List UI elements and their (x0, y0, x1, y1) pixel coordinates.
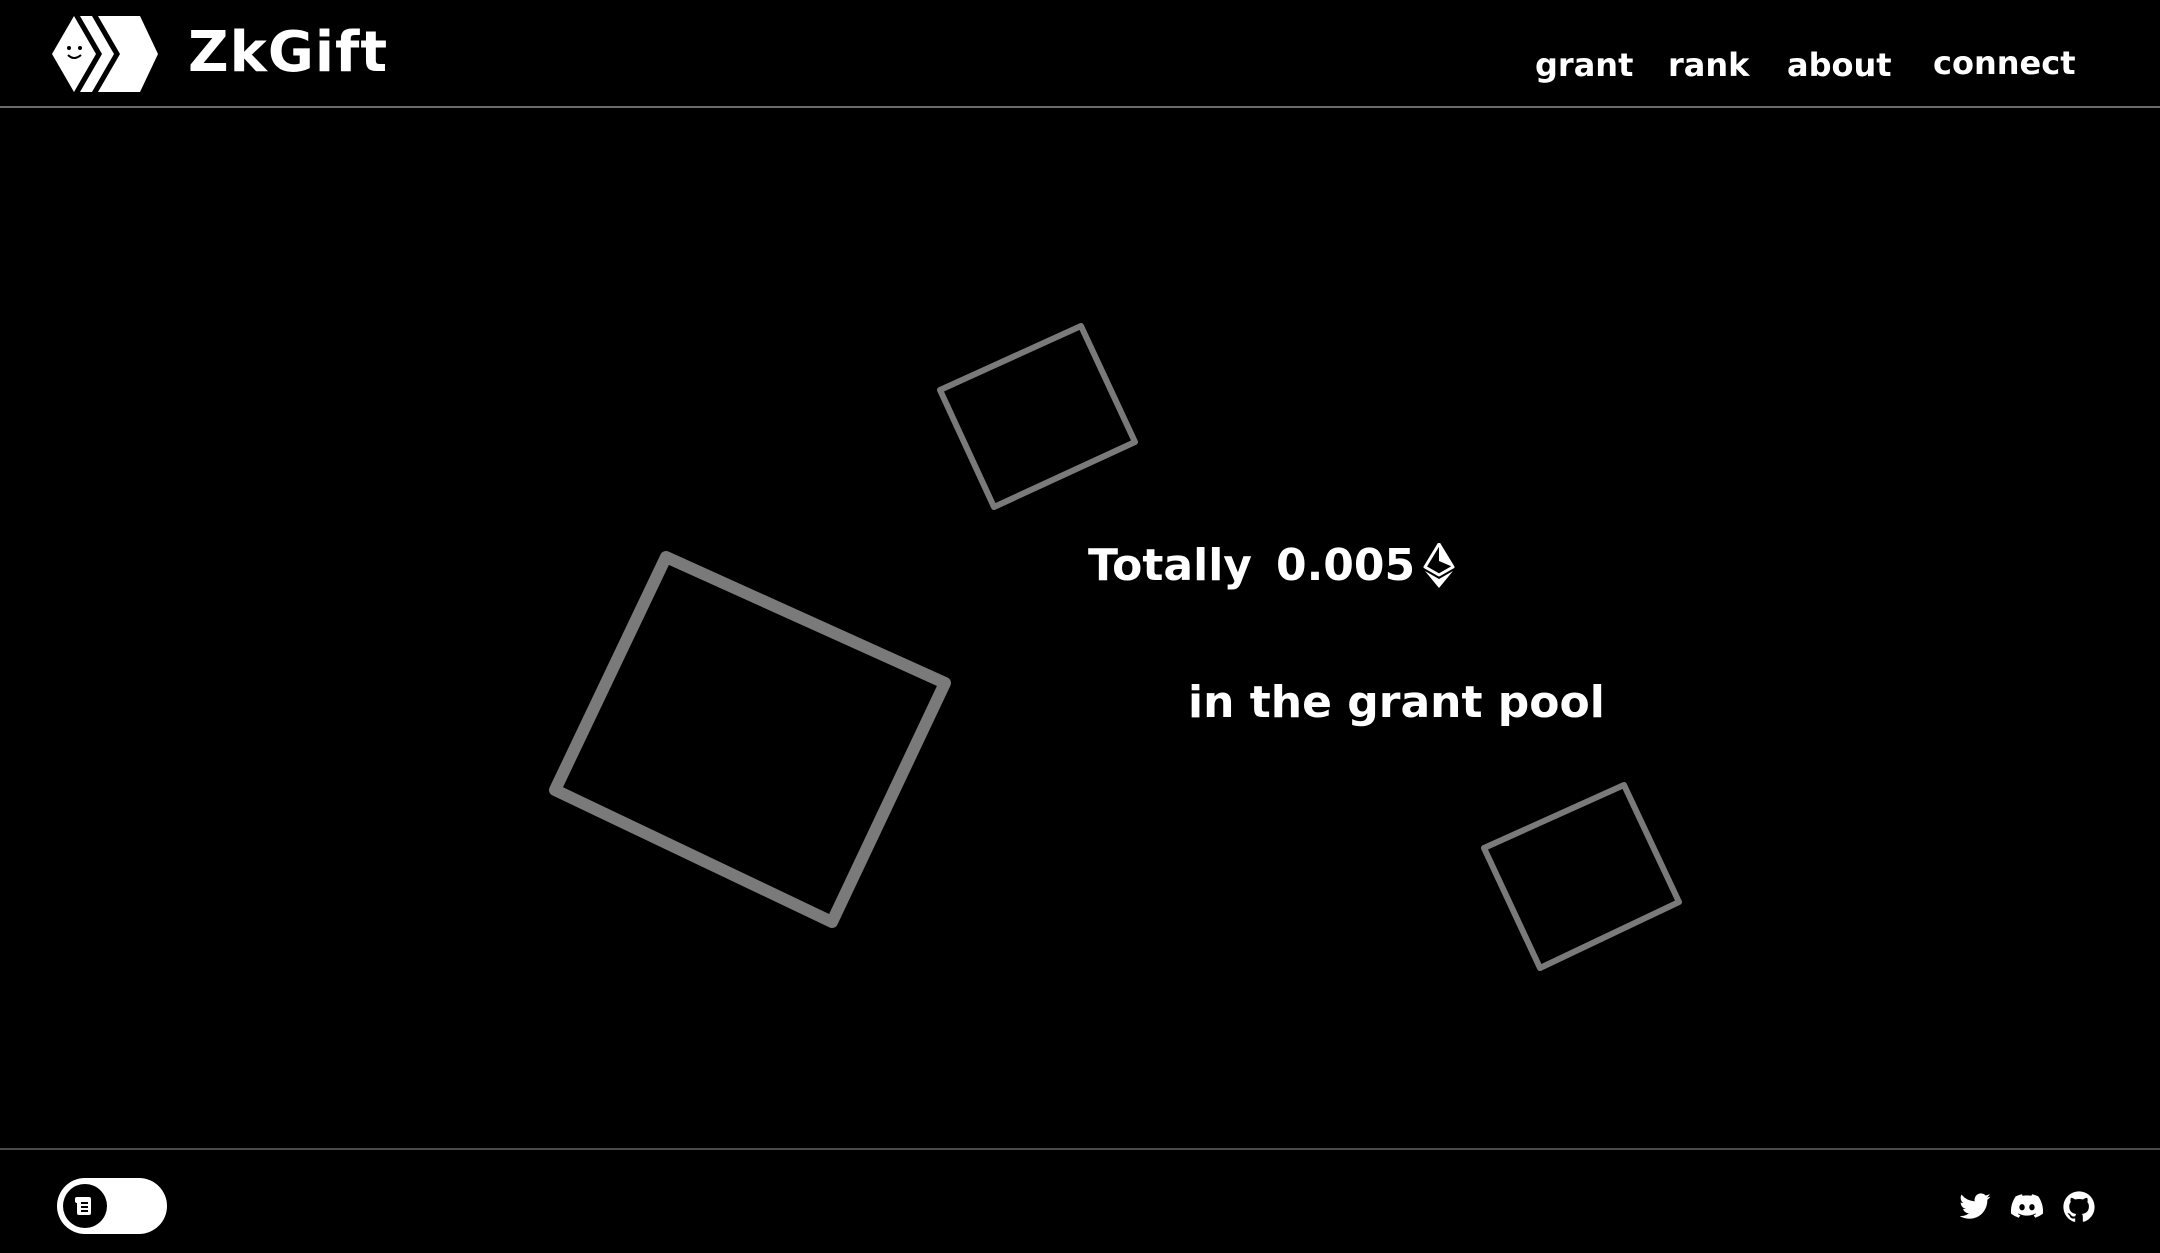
pool-caption: in the grant pool (1188, 677, 1605, 728)
total-amount: 0.005 (1275, 540, 1416, 591)
theme-toggle[interactable] (57, 1178, 167, 1234)
total-prefix: Totally (1088, 540, 1252, 591)
scroll-icon (75, 1197, 91, 1215)
grant-total: Totally 0.005 (1088, 540, 1455, 591)
decorative-square-top (937, 323, 1138, 510)
discord-icon[interactable] (2010, 1190, 2044, 1224)
page: ZkGift grant rank about connect Totally … (0, 0, 2160, 1253)
footer (0, 1148, 2160, 1253)
decorative-square-bottom (1481, 782, 1682, 971)
github-icon[interactable] (2062, 1190, 2096, 1224)
decorative-square-large (549, 551, 951, 928)
decorative-shapes (549, 323, 1682, 971)
ethereum-icon (1423, 542, 1455, 588)
toggle-knob (63, 1184, 107, 1228)
twitter-icon[interactable] (1958, 1190, 1992, 1224)
